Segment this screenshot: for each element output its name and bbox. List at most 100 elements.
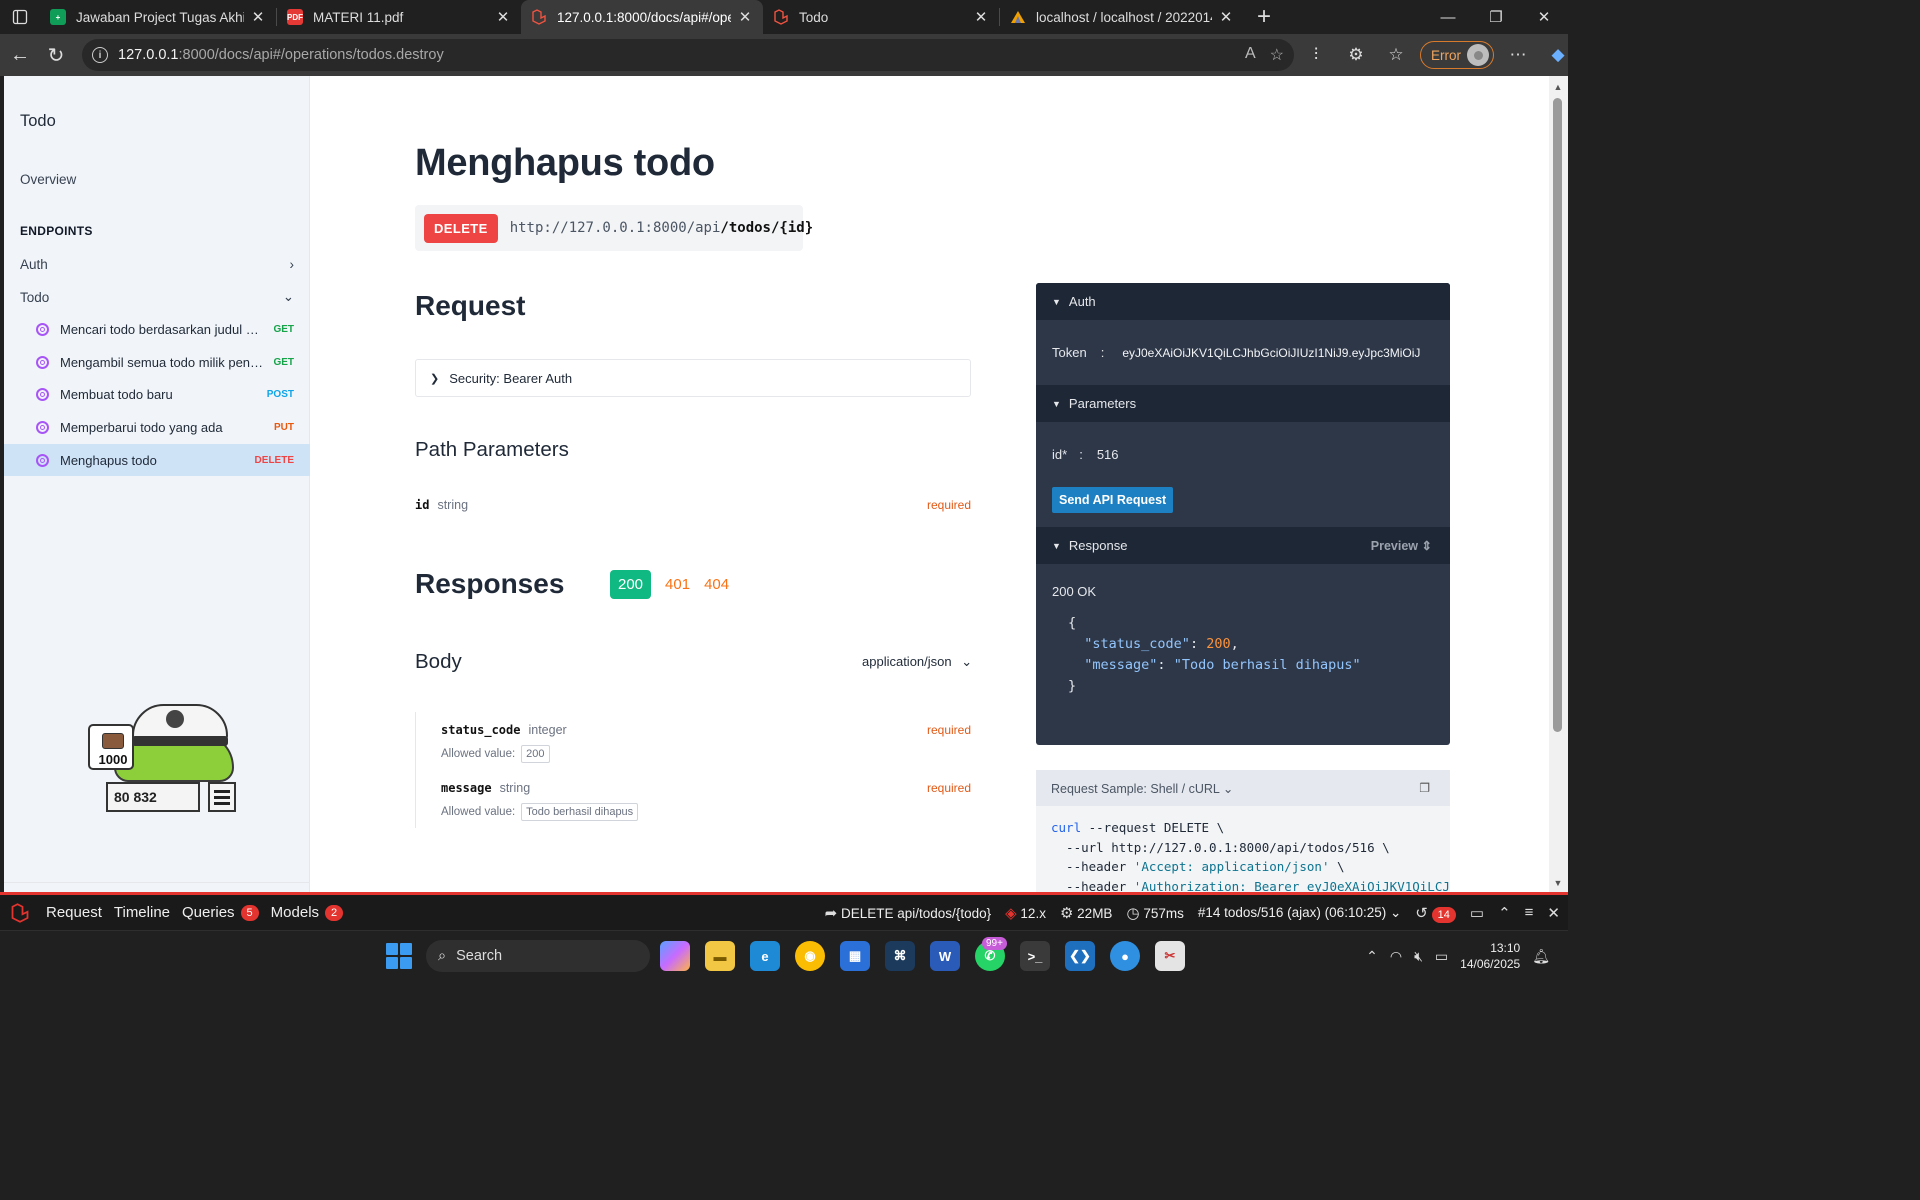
wifi-icon[interactable]: ◠ bbox=[1390, 948, 1402, 965]
tab-response-404[interactable]: 404 bbox=[704, 576, 729, 593]
sidebar-item-create-todo[interactable]: Membuat todo baru POST bbox=[4, 378, 310, 410]
minimize-icon[interactable]: — bbox=[1424, 0, 1472, 34]
tab-actions-menu-icon[interactable] bbox=[0, 0, 40, 34]
docs-page: Todo Overview ENDPOINTS Auth › Todo ⌄ Me… bbox=[4, 76, 1549, 892]
debugbar-tab-timeline[interactable]: Timeline bbox=[108, 904, 176, 921]
terminal-icon[interactable]: >_ bbox=[1020, 941, 1050, 971]
request-sample: Request Sample: Shell / cURL ⌄ ❐ curl --… bbox=[1036, 770, 1450, 892]
chevron-up-icon[interactable]: ⌃ bbox=[1366, 948, 1378, 965]
token-input[interactable]: eyJ0eXAiOiJKV1QiLCJhbGciOiJIUzI1NiJ9.eyJ… bbox=[1122, 346, 1428, 360]
cursor-app-icon[interactable]: ⌘ bbox=[885, 941, 915, 971]
id-param-separator: : bbox=[1079, 447, 1083, 462]
copilot-app-icon[interactable] bbox=[660, 941, 690, 971]
sidebar-item-list-todos[interactable]: Mengambil semua todo milik penggu... GET bbox=[4, 346, 310, 378]
close-tab-icon[interactable]: ✕ bbox=[250, 9, 266, 26]
copy-icon[interactable]: ❐ bbox=[1419, 781, 1430, 795]
profile-error-button[interactable]: Error bbox=[1420, 41, 1494, 69]
windows-start-icon[interactable] bbox=[386, 943, 412, 969]
extensions-icon[interactable]: ⚙ bbox=[1340, 39, 1372, 71]
favorite-star-icon[interactable]: ☆ bbox=[1270, 45, 1284, 65]
browser-tab-docs[interactable]: 127.0.0.1:8000/docs/api#/operatio ✕ bbox=[521, 0, 763, 34]
endpoint-base-url: http://127.0.0.1:8000/api bbox=[509, 220, 721, 236]
taskbar-search[interactable]: ⌕ Search bbox=[426, 940, 650, 972]
close-debugbar-icon[interactable]: ✕ bbox=[1547, 904, 1560, 922]
scrollbar-thumb[interactable] bbox=[1553, 98, 1562, 732]
browser-tab-pdf[interactable]: PDF MATERI 11.pdf ✕ bbox=[277, 0, 521, 34]
request-select[interactable]: #14 todos/516 (ajax) (06:10:25) ⌄ bbox=[1198, 905, 1401, 921]
snipping-tool-icon[interactable]: ✂ bbox=[1155, 941, 1185, 971]
browser-tab-sheets[interactable]: + Jawaban Project Tugas Akhir PAM ✕ bbox=[40, 0, 276, 34]
scroll-up-icon[interactable]: ▲ bbox=[1552, 82, 1564, 92]
close-tab-icon[interactable]: ✕ bbox=[737, 9, 753, 26]
sidebar-group-auth[interactable]: Auth › bbox=[4, 249, 310, 279]
close-tab-icon[interactable]: ✕ bbox=[973, 9, 989, 26]
volume-muted-icon[interactable]: 🔇︎ bbox=[1414, 948, 1423, 965]
frog-mascot-widget[interactable]: 1000 80 832 bbox=[84, 696, 244, 816]
security-accordion[interactable]: ❯ Security: Bearer Auth bbox=[415, 359, 971, 397]
language-select[interactable]: Request Sample: Shell / cURL ⌄ bbox=[1051, 781, 1233, 796]
send-api-request-button[interactable]: Send API Request bbox=[1052, 487, 1174, 513]
chevron-up-icon[interactable]: ⌃ bbox=[1498, 904, 1511, 922]
path-parameters-heading: Path Parameters bbox=[415, 438, 569, 461]
restore-icon[interactable]: ❐ bbox=[1472, 0, 1520, 34]
address-bar[interactable]: i 127.0.0.1:8000/docs/api#/operations/to… bbox=[82, 39, 1294, 71]
tab-title: localhost / localhost / 2022014000 bbox=[1036, 9, 1212, 25]
blue-app-icon[interactable]: ● bbox=[1110, 941, 1140, 971]
debugbar-tab-models[interactable]: Models 2 bbox=[265, 904, 349, 921]
site-info-icon[interactable]: i bbox=[92, 47, 108, 63]
copilot-icon[interactable]: ◆ bbox=[1542, 39, 1574, 71]
close-tab-icon[interactable]: ✕ bbox=[495, 9, 511, 26]
close-tab-icon[interactable]: ✕ bbox=[1218, 9, 1234, 26]
notifications-icon[interactable]: 🔔︎ bbox=[1532, 948, 1550, 965]
sidebar-item-delete-todo[interactable]: Menghapus todo DELETE bbox=[4, 444, 310, 476]
edge-icon[interactable]: e bbox=[750, 941, 780, 971]
sidebar-item-update-todo[interactable]: Memperbarui todo yang ada PUT bbox=[4, 411, 310, 443]
open-folder-icon[interactable]: ▭ bbox=[1470, 904, 1484, 922]
sidebar-item-search-todo[interactable]: Mencari todo berdasarkan judul atau ... … bbox=[4, 313, 310, 345]
battery-icon[interactable]: ▭ bbox=[1435, 948, 1448, 965]
sidebar-title[interactable]: Todo bbox=[20, 112, 56, 131]
read-aloud-icon[interactable]: A bbox=[1245, 45, 1256, 65]
browser-tab-todo[interactable]: Todo ✕ bbox=[763, 0, 999, 34]
browser-essentials-icon[interactable]: ⫶ bbox=[1300, 39, 1332, 71]
file-explorer-icon[interactable]: ▬ bbox=[705, 941, 735, 971]
settings-sliders-icon[interactable]: ≡ bbox=[1525, 904, 1534, 921]
clock[interactable]: 13:10 14/06/2025 bbox=[1460, 940, 1520, 972]
debugbar-tab-request[interactable]: Request bbox=[40, 904, 108, 921]
docs-sidebar: Todo Overview ENDPOINTS Auth › Todo ⌄ Me… bbox=[4, 76, 310, 892]
more-options-icon[interactable]: ⋯ bbox=[1502, 39, 1534, 71]
tab-response-200[interactable]: 200 bbox=[610, 570, 652, 599]
auth-section-toggle[interactable]: ▼ Auth bbox=[1036, 283, 1450, 320]
close-window-icon[interactable]: ✕ bbox=[1520, 0, 1568, 34]
favorites-icon[interactable]: ☆ bbox=[1380, 39, 1412, 71]
preview-select[interactable]: Preview ⇕ bbox=[1371, 538, 1432, 553]
request-sample-header: Request Sample: Shell / cURL ⌄ ❐ bbox=[1036, 770, 1450, 806]
chrome-icon[interactable]: ◉ bbox=[795, 941, 825, 971]
history-button[interactable]: ↺ 14 bbox=[1415, 904, 1456, 923]
tab-response-401[interactable]: 401 bbox=[665, 576, 690, 593]
microsoft-store-icon[interactable]: ▦ bbox=[840, 941, 870, 971]
sidebar-group-todo[interactable]: Todo ⌄ bbox=[4, 282, 310, 312]
browser-tab-phpmyadmin[interactable]: localhost / localhost / 2022014000 ✕ bbox=[1000, 0, 1244, 34]
scroll-down-icon[interactable]: ▼ bbox=[1552, 878, 1564, 888]
word-icon[interactable]: W bbox=[930, 941, 960, 971]
reload-icon[interactable]: ↻ bbox=[38, 37, 74, 73]
back-icon[interactable]: ← bbox=[2, 37, 38, 73]
parameters-section-toggle[interactable]: ▼ Parameters bbox=[1036, 385, 1450, 422]
route-info[interactable]: ➦ DELETE api/todos/{todo} bbox=[825, 904, 991, 922]
debugbar-tab-label: Timeline bbox=[113, 904, 171, 921]
hamburger-menu-icon[interactable] bbox=[208, 782, 236, 812]
system-tray: ⌃ ◠ 🔇︎ ▭ 13:10 14/06/2025 🔔︎ bbox=[1366, 931, 1568, 981]
laravel-icon[interactable] bbox=[0, 897, 40, 929]
new-tab-button[interactable]: + bbox=[1244, 0, 1284, 34]
token-separator: : bbox=[1100, 345, 1105, 360]
response-section-toggle[interactable]: ▼ Response Preview ⇕ bbox=[1036, 527, 1450, 564]
method-badge: POST bbox=[266, 388, 294, 400]
sidebar-item-label: Mengambil semua todo milik penggu... bbox=[60, 354, 266, 370]
token-row: Token : eyJ0eXAiOiJKV1QiLCJhbGciOiJIUzI1… bbox=[1052, 320, 1434, 385]
id-param-input[interactable]: 516 bbox=[1097, 447, 1119, 462]
debugbar-tab-queries[interactable]: Queries 5 bbox=[176, 904, 265, 921]
vscode-icon[interactable]: ❮❯ bbox=[1065, 941, 1095, 971]
sidebar-item-overview[interactable]: Overview bbox=[20, 172, 76, 187]
content-type-select[interactable]: application/json ⌄ bbox=[862, 654, 972, 670]
